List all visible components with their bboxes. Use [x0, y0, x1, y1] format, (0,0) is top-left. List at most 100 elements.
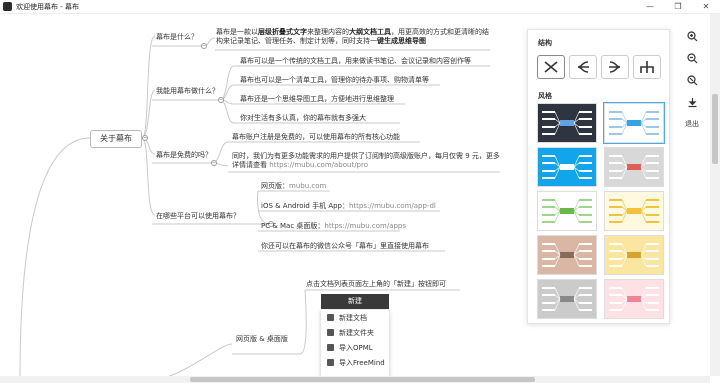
desktop-link[interactable]: https://mubu.com/apps: [324, 222, 406, 230]
platform-web[interactable]: 网页版：mubu.com: [261, 182, 326, 191]
freemind-icon: [327, 359, 334, 366]
collapse-toggle[interactable]: −: [218, 97, 224, 103]
minimize-button[interactable]: —: [636, 0, 664, 14]
org-chart-icon: [640, 61, 654, 73]
folder-icon: [327, 329, 334, 336]
free-item[interactable]: 幕布账户注册是免费的，可以使用幕布的所有核心功能: [232, 133, 400, 142]
collapse-toggle[interactable]: −: [211, 160, 217, 166]
right-structure-icon: [609, 61, 621, 73]
free-item[interactable]: 同时，我们为有更多功能需求的用户提供了订阅制的高级版账户，每月仅需 9 元，更多…: [232, 152, 502, 170]
theme-thumbnail[interactable]: [537, 147, 597, 187]
theme-preview-icon: [609, 287, 659, 311]
use-item[interactable]: 幕布可以是一个传统的文档工具，用来做读书笔记、会议记录和内容创作等: [240, 57, 471, 66]
branch-free[interactable]: 幕布是免费的吗？: [156, 151, 212, 160]
zoom-in-icon: [686, 30, 697, 41]
menu-label: 导入OPML: [339, 343, 373, 352]
fit-screen-icon: [686, 74, 697, 85]
structure-mindmap-button[interactable]: [537, 55, 565, 79]
platform-desktop[interactable]: PC & Mac 桌面版：https://mubu.com/apps: [261, 222, 406, 231]
theme-thumbnail[interactable]: [537, 191, 597, 231]
download-icon: [688, 97, 696, 107]
zoom-out-icon: [686, 52, 697, 63]
zoom-in-button[interactable]: [679, 26, 705, 46]
download-button[interactable]: [679, 92, 705, 112]
bold-span: 键生成思维导图: [377, 37, 426, 45]
menu-label: 导入FreeMind: [339, 358, 385, 367]
theme-preview-icon: [542, 287, 592, 311]
fit-screen-button[interactable]: [679, 70, 705, 90]
theme-preview-icon: [609, 111, 659, 135]
close-button[interactable]: ✕: [692, 0, 720, 14]
theme-thumbnail[interactable]: [603, 102, 665, 144]
style-panel: 结构 风格: [527, 29, 670, 324]
theme-thumbnail[interactable]: [537, 235, 597, 275]
menu-item-new-folder: 新建文件夹: [321, 325, 389, 340]
root-node[interactable]: 关于幕布: [90, 130, 142, 148]
theme-preview-icon: [542, 243, 592, 267]
text-span: 来整理内容的: [307, 28, 349, 36]
use-item[interactable]: 幕布也可以是一个清单工具，管理你的待办事项、购物清单等: [240, 76, 429, 85]
structure-title: 结构: [538, 39, 552, 47]
menu-label: 新建文件夹: [339, 328, 374, 337]
zoom-out-button[interactable]: [679, 48, 705, 68]
theme-preview-icon: [542, 155, 592, 179]
web-link[interactable]: mubu.com: [289, 182, 326, 190]
text-span: 幕布是一款以: [216, 28, 258, 36]
platform-mobile[interactable]: iOS & Android 手机 App：https://mubu.com/ap…: [261, 202, 436, 211]
structure-org-button[interactable]: [633, 55, 661, 79]
structure-right-button[interactable]: [601, 55, 629, 79]
text-span: 网页版：: [261, 182, 289, 190]
text-span: PC & Mac 桌面版：: [261, 222, 325, 230]
use-item[interactable]: 你对生活有多认真，你的幕布就有多强大: [240, 114, 366, 123]
new-menu-demo: 新建文档 新建文件夹 导入OPML 导入FreeMind: [321, 310, 389, 376]
title-bar: 欢迎使用幕布 - 幕布 — ❐ ✕: [0, 0, 720, 14]
platform-wechat[interactable]: 你还可以在幕布的微信公众号「幕布」里直接使用幕布: [261, 242, 429, 251]
menu-item-new-doc: 新建文档: [321, 310, 389, 325]
menu-label: 新建文档: [339, 313, 367, 322]
bold-span: 大纲文档工具: [349, 28, 391, 36]
theme-preview-icon: [542, 199, 592, 223]
horizontal-scroll-thumb[interactable]: [190, 377, 535, 382]
collapse-toggle[interactable]: −: [142, 135, 148, 141]
theme-preview-icon: [542, 111, 592, 135]
style-title: 风格: [538, 92, 552, 100]
mindmap-structure-icon: [544, 61, 558, 73]
new-button-demo: 新建: [321, 294, 389, 309]
new-hint[interactable]: 点击文档列表页面左上角的「新建」按钮即可: [306, 280, 446, 289]
collapse-toggle[interactable]: −: [201, 43, 207, 49]
branch-web-desktop[interactable]: 网页版 & 桌面版: [236, 335, 288, 344]
structure-left-button[interactable]: [569, 55, 597, 79]
pro-link[interactable]: https://mubu.com/about/pro: [269, 161, 368, 169]
branch-what-is[interactable]: 幕布是什么？: [156, 33, 198, 42]
maximize-button[interactable]: ❐: [664, 0, 692, 14]
menu-item-import-opml: 导入OPML: [321, 340, 389, 355]
use-item[interactable]: 幕布还是一个思维导图工具，方便地进行思维整理: [240, 95, 394, 104]
theme-thumbnail[interactable]: [604, 279, 664, 319]
window-controls: — ❐ ✕: [636, 0, 720, 14]
theme-thumbnail[interactable]: [604, 235, 664, 275]
menu-item-import-freemind: 导入FreeMind: [321, 355, 389, 370]
theme-preview-icon: [609, 155, 659, 179]
document-icon: [327, 314, 334, 321]
what-is-text[interactable]: 幕布是一款以层级折叠式文字来整理内容的大纲文档工具，用更高效的方式和更清晰的结构…: [216, 28, 492, 46]
vertical-scrollbar[interactable]: [710, 14, 720, 376]
app-logo-icon: [3, 2, 12, 11]
right-toolbar: 退出: [679, 26, 705, 136]
theme-thumbnail[interactable]: [604, 191, 664, 231]
mobile-link[interactable]: https://mubu.com/app-dl: [349, 202, 436, 210]
bold-span: 层级折叠式文字: [258, 28, 307, 36]
theme-thumbnail[interactable]: [604, 147, 664, 187]
theme-preview-icon: [609, 199, 659, 223]
text-span: iOS & Android 手机 App：: [261, 202, 349, 210]
branch-uses[interactable]: 我能用幕布做什么？: [156, 87, 219, 96]
theme-thumbnail[interactable]: [537, 103, 597, 143]
import-icon: [327, 344, 334, 351]
left-structure-icon: [577, 61, 589, 73]
theme-preview-icon: [609, 243, 659, 267]
branch-platforms[interactable]: 在哪些平台可以使用幕布？: [156, 212, 240, 221]
window-title: 欢迎使用幕布 - 幕布: [16, 2, 79, 11]
theme-thumbnail[interactable]: [537, 279, 597, 319]
horizontal-scrollbar[interactable]: [0, 376, 710, 383]
exit-button[interactable]: 退出: [679, 114, 705, 134]
vertical-scroll-thumb[interactable]: [712, 94, 718, 164]
